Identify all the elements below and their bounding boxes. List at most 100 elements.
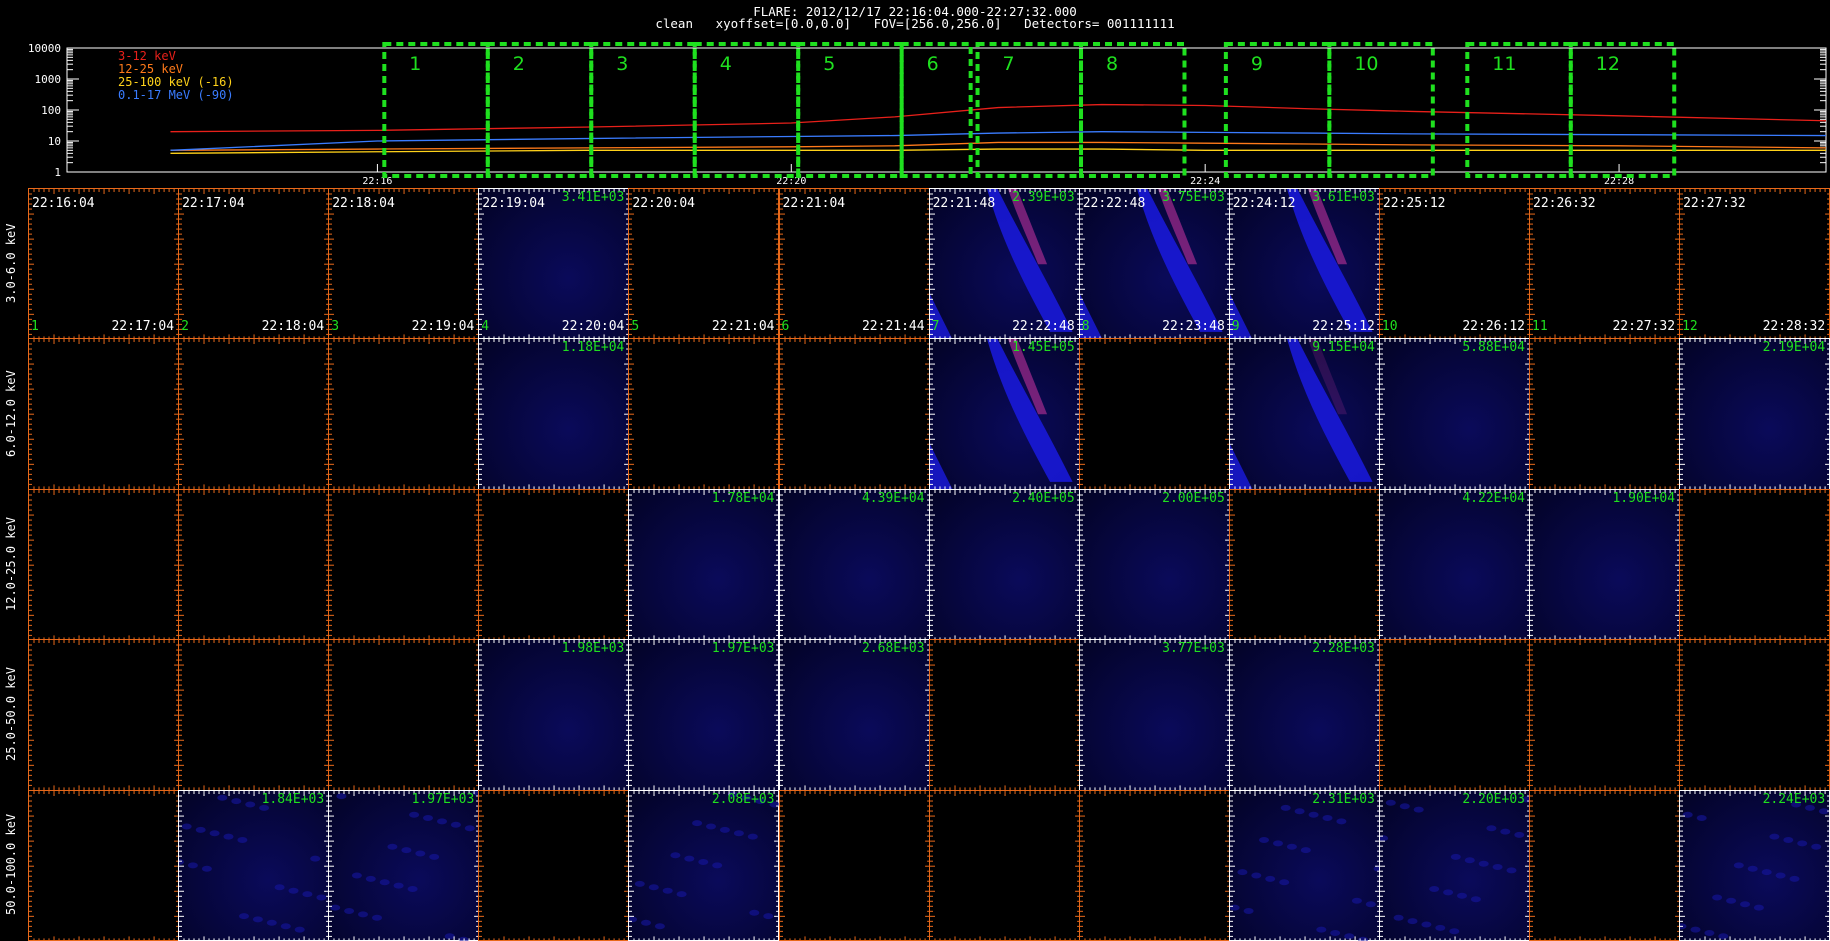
interval-number: 12: [1682, 320, 1698, 334]
image-tile: [1679, 639, 1830, 790]
interval-number: 4: [481, 320, 489, 334]
tile-plot: [780, 339, 930, 489]
energy-band-label: 12.0-25.0 keV: [4, 517, 18, 611]
x-tick-label: 22:16: [362, 176, 392, 187]
tile-plot: [29, 339, 179, 489]
image-tile: 1.98E+03: [478, 639, 629, 790]
tile-plot: [29, 791, 179, 941]
tile-plot: [1530, 189, 1680, 339]
interval-label-5: 5: [823, 53, 835, 75]
image-tile: 22:25:1222:26:1210: [1379, 188, 1530, 339]
start-time: 22:19:04: [482, 197, 545, 211]
image-tile: [28, 790, 179, 941]
interval-number: 6: [782, 320, 790, 334]
end-time: 22:21:44: [862, 320, 925, 334]
image-tile: [28, 338, 179, 489]
tile-plot: [1080, 189, 1230, 339]
image-tile: 3.77E+03: [1079, 639, 1230, 790]
tile-plot: [1530, 791, 1680, 941]
interval-box-9: [1226, 44, 1329, 176]
image-tile: 2.19E+04: [1679, 338, 1830, 489]
interval-number: 9: [1232, 320, 1240, 334]
y-tick-label: 10: [48, 135, 61, 148]
y-tick-label: 1: [54, 166, 61, 179]
end-time: 22:26:12: [1462, 320, 1525, 334]
peak-value: 2.24E+03: [1763, 793, 1826, 807]
peak-value: 3.61E+03: [1312, 191, 1375, 205]
tile-plot: [1380, 339, 1530, 489]
image-tile: 2.68E+03: [779, 639, 930, 790]
tile-plot: [930, 339, 1080, 489]
peak-value: 3.77E+03: [1162, 642, 1225, 656]
image-tile: 1.97E+03: [628, 639, 779, 790]
tile-plot: [1080, 490, 1230, 640]
tile-plot: [29, 189, 179, 339]
peak-value: 2.28E+03: [1312, 642, 1375, 656]
image-tile: 2.24E+03: [1679, 790, 1830, 941]
image-tile: [1079, 790, 1230, 941]
peak-value: 1.18E+04: [562, 341, 625, 355]
image-tile: [328, 338, 479, 489]
tile-plot: [1530, 339, 1680, 489]
y-tick-label: 100: [41, 104, 61, 117]
end-time: 22:22:48: [1012, 320, 1075, 334]
start-time: 22:24:12: [1233, 197, 1296, 211]
legend-entry: 25-100 keV (-16): [118, 75, 234, 89]
interval-label-9: 9: [1251, 53, 1263, 75]
image-tile: 22:26:3222:27:3211: [1529, 188, 1680, 339]
interval-label-7: 7: [1003, 53, 1015, 75]
tile-plot: [930, 490, 1080, 640]
image-tile: [929, 639, 1080, 790]
image-tile: [1379, 639, 1530, 790]
tile-plot: [29, 490, 179, 640]
image-tile: 2.40E+05: [929, 489, 1080, 640]
tile-plot: [479, 339, 629, 489]
tile-plot: [629, 490, 779, 640]
tile-plot: [1380, 189, 1530, 339]
tile-plot: [1530, 640, 1680, 790]
interval-number: 1: [31, 320, 39, 334]
peak-value: 1.45E+05: [1012, 341, 1075, 355]
y-tick-label: 10000: [28, 42, 61, 55]
tile-plot: [479, 189, 629, 339]
tile-plot: [179, 189, 329, 339]
tile-plot: [629, 791, 779, 941]
image-tile: [28, 639, 179, 790]
lightcurve-chart: 10000100010010122:1622:2022:2422:283-12 …: [0, 38, 1830, 188]
series-line-4: [170, 132, 1826, 151]
interval-box-5: [798, 44, 901, 176]
image-tile: 1.18E+04: [478, 338, 629, 489]
image-tile: [478, 790, 629, 941]
image-tile: 22:19:0422:20:0443.41E+03: [478, 188, 629, 339]
legend-entry: 3-12 keV: [118, 49, 176, 63]
tile-plot: [1380, 640, 1530, 790]
image-tile: 22:16:0422:17:041: [28, 188, 179, 339]
image-tile: 22:22:4822:23:4883.75E+03: [1079, 188, 1230, 339]
interval-box-2: [488, 44, 591, 176]
start-time: 22:20:04: [632, 197, 695, 211]
image-tile: 1.78E+04: [628, 489, 779, 640]
peak-value: 2.00E+05: [1162, 492, 1225, 506]
image-tile: [178, 489, 329, 640]
image-tile: 2.28E+03: [1229, 639, 1380, 790]
tile-plot: [1380, 791, 1530, 941]
interval-number: 2: [181, 320, 189, 334]
peak-value: 3.41E+03: [562, 191, 625, 205]
image-tile: [1079, 338, 1230, 489]
tile-plot: [29, 640, 179, 790]
start-time: 22:22:48: [1083, 197, 1146, 211]
interval-label-4: 4: [720, 53, 732, 75]
peak-value: 2.19E+04: [1763, 341, 1826, 355]
interval-number: 11: [1532, 320, 1548, 334]
start-time: 22:17:04: [182, 197, 245, 211]
interval-label-12: 12: [1596, 53, 1620, 75]
image-tile: 22:17:0422:18:042: [178, 188, 329, 339]
image-tile: 2.00E+05: [1079, 489, 1230, 640]
interval-box-7: [978, 44, 1081, 176]
peak-value: 1.98E+03: [562, 642, 625, 656]
legend-entry: 12-25 keV: [118, 62, 183, 76]
series-line-3: [170, 149, 1826, 153]
peak-value: 3.75E+03: [1162, 191, 1225, 205]
peak-value: 1.97E+03: [712, 642, 775, 656]
end-time: 22:28:32: [1763, 320, 1826, 334]
